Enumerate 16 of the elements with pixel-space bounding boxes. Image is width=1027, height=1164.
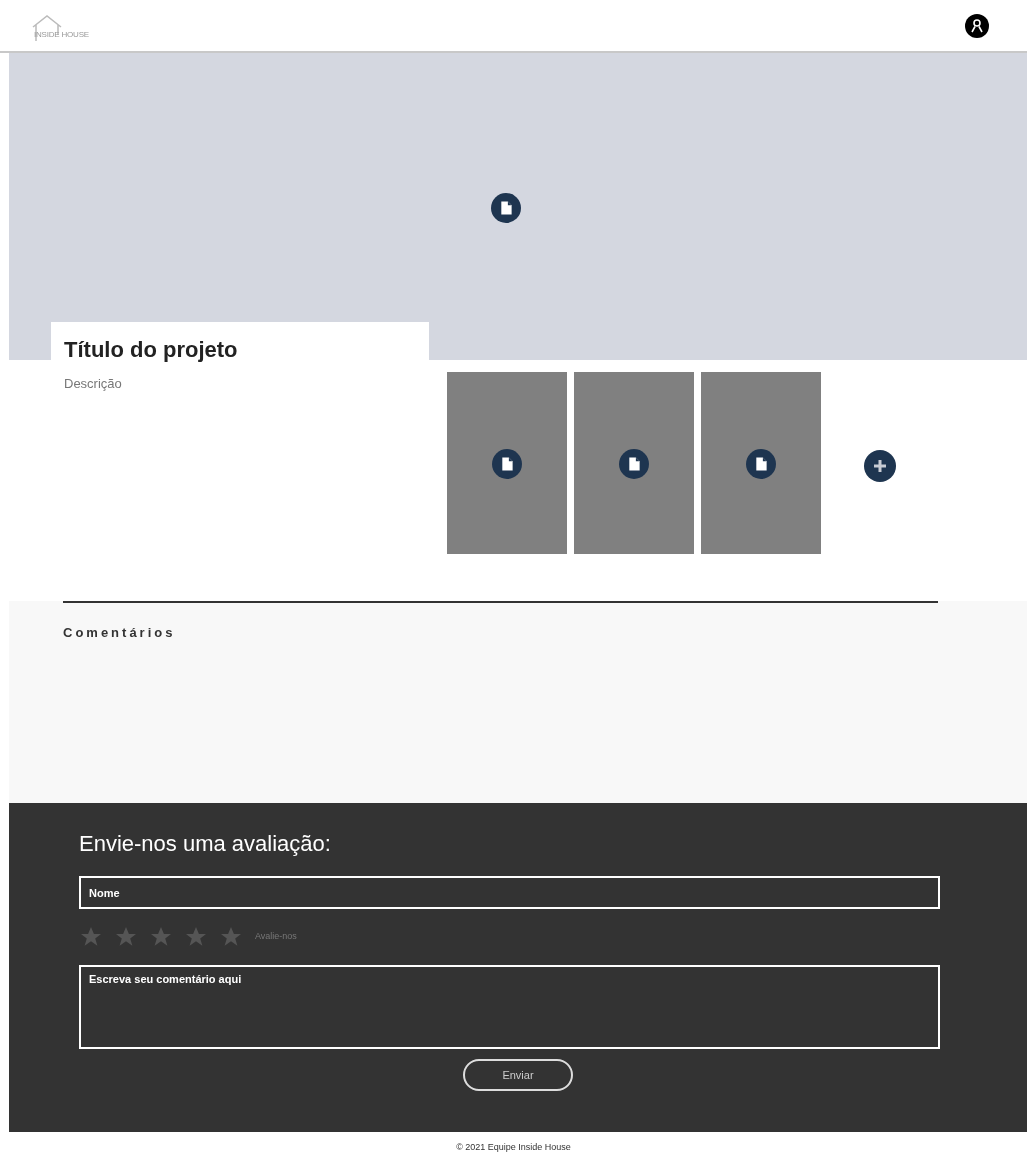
project-description: Descrição	[64, 375, 123, 393]
project-title: Título do projeto	[64, 336, 238, 364]
house-icon	[30, 12, 64, 43]
review-heading: Envie-nos uma avaliação:	[79, 830, 332, 858]
comment-field[interactable]: Escreva seu comentário aqui	[79, 965, 940, 1049]
user-icon[interactable]	[965, 13, 989, 38]
upload-image-icon[interactable]	[746, 449, 776, 479]
comments-heading: Comentários	[63, 624, 177, 642]
add-icon[interactable]	[864, 449, 896, 482]
upload-image-icon[interactable]	[490, 193, 521, 223]
submit-button[interactable]: Enviar	[463, 1059, 573, 1091]
upload-image-icon[interactable]	[492, 449, 522, 479]
rating-label: Avalie-nos	[255, 930, 297, 944]
name-field[interactable]: Nome	[79, 876, 940, 909]
copyright-text: © 2021 Equipe Inside House	[456, 1140, 571, 1154]
upload-image-icon[interactable]	[619, 449, 649, 479]
